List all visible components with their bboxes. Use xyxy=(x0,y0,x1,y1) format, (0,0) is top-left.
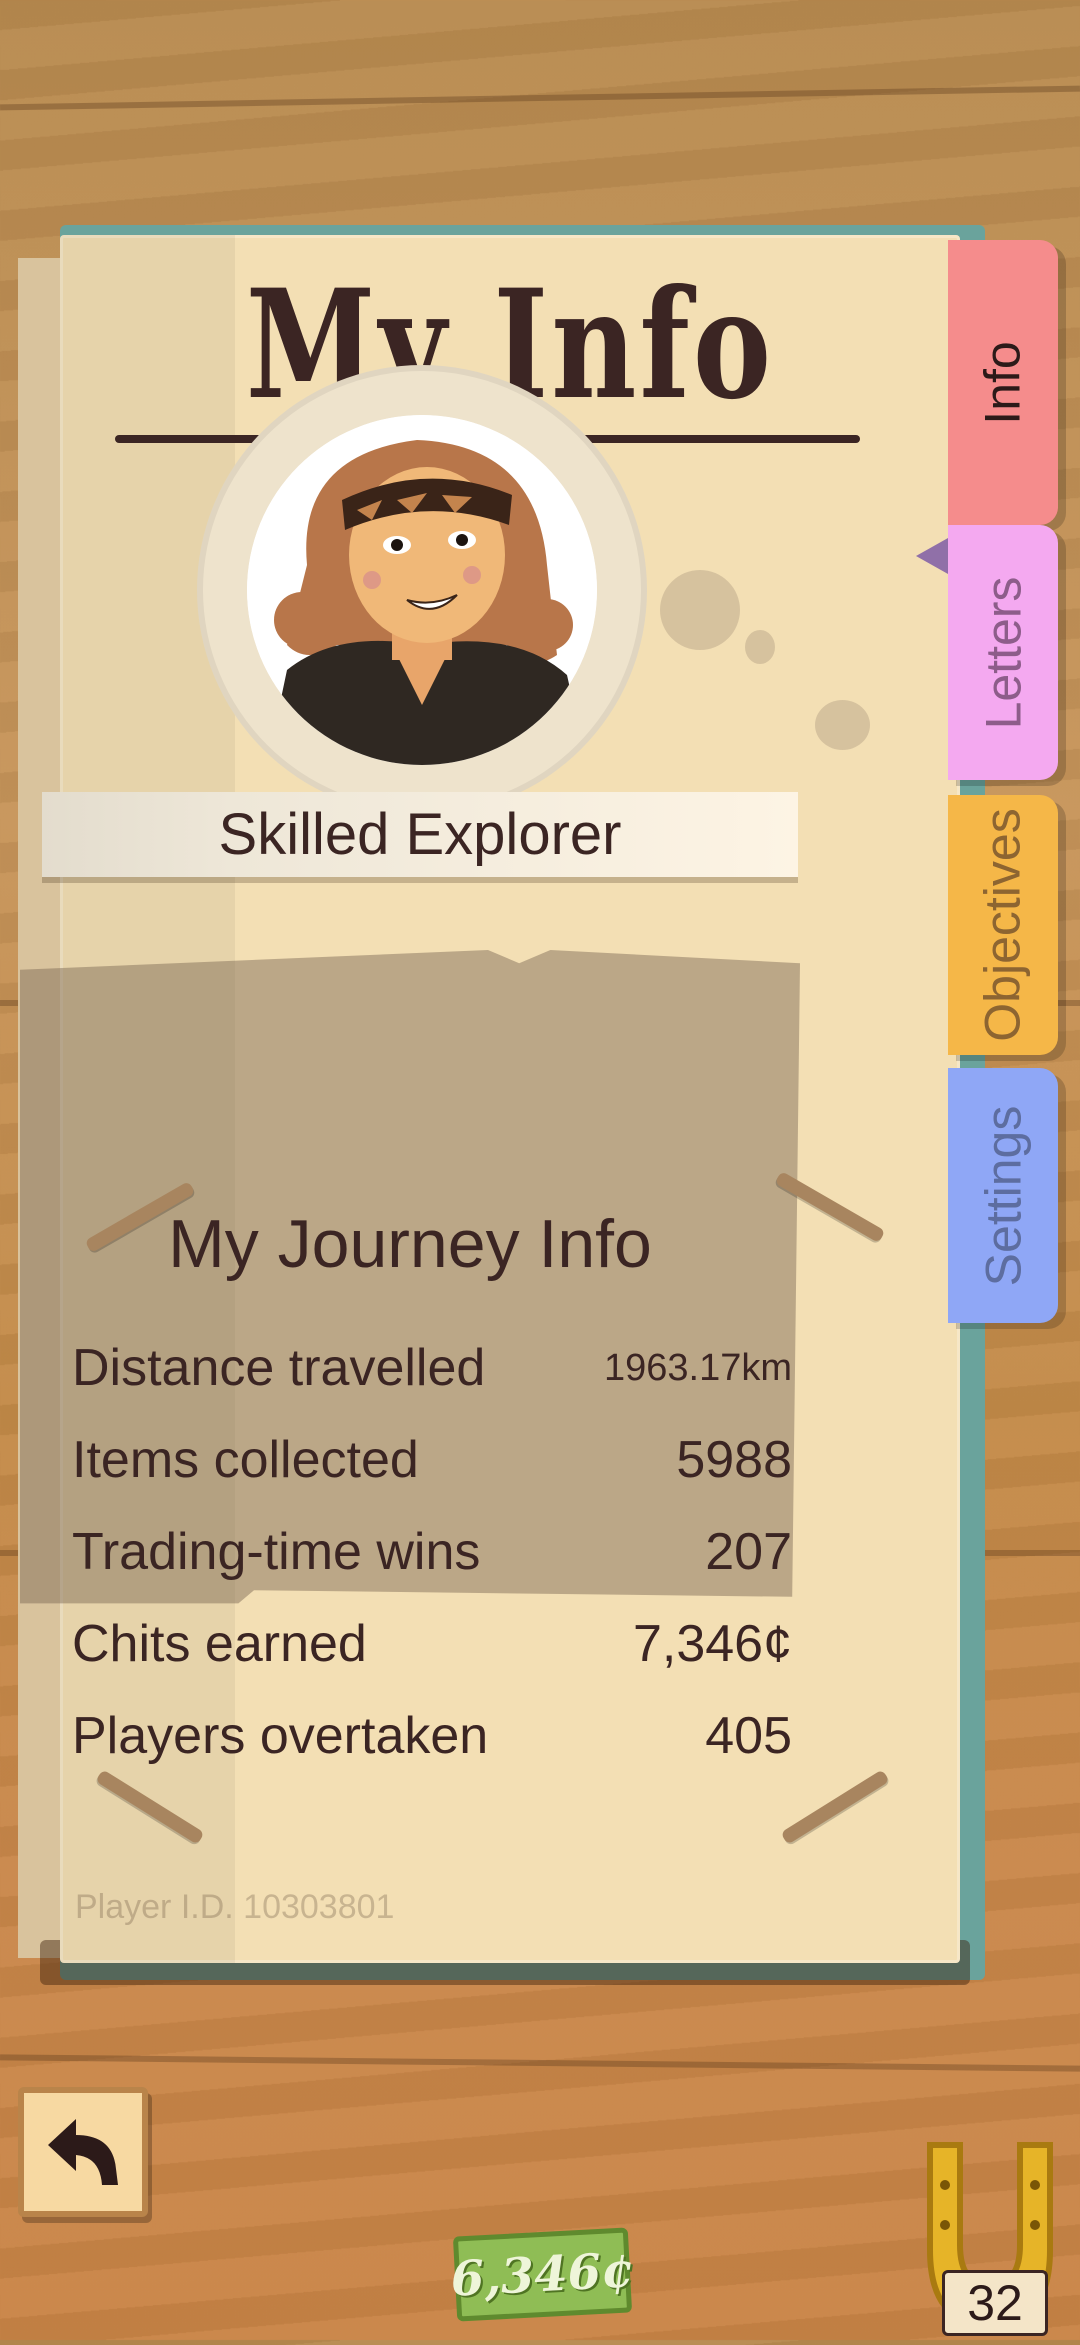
stat-label: Trading-time wins xyxy=(72,1523,481,1581)
stat-label: Distance travelled xyxy=(72,1339,486,1397)
avatar-portrait-icon xyxy=(247,415,597,765)
rank-title: Skilled Explorer xyxy=(218,802,622,867)
ink-splat xyxy=(815,700,870,750)
stat-label: Items collected xyxy=(72,1431,419,1489)
avatar[interactable] xyxy=(247,415,597,765)
stat-value: 5988 xyxy=(676,1431,792,1489)
plank-line xyxy=(0,85,1080,111)
stat-value: 207 xyxy=(705,1523,792,1581)
stat-row: Players overtaken 405 xyxy=(72,1701,792,1771)
tab-settings[interactable]: Settings xyxy=(948,1068,1058,1323)
stat-label: Players overtaken xyxy=(72,1707,489,1765)
stat-row: Distance travelled 1963.17km xyxy=(72,1333,792,1403)
tab-info-label: Info xyxy=(975,340,1031,425)
stat-value: 7,346¢ xyxy=(632,1615,792,1673)
tab-objectives[interactable]: Objectives xyxy=(948,795,1058,1055)
journey-title: My Journey Info xyxy=(168,1206,652,1282)
stat-label: Chits earned xyxy=(72,1615,367,1673)
ink-splat xyxy=(745,630,775,664)
active-tab-pointer xyxy=(916,538,948,574)
plank-line xyxy=(0,2054,1080,2072)
player-id: Player I.D. 10303801 xyxy=(75,1888,395,1926)
back-button[interactable] xyxy=(18,2087,148,2217)
stat-row: Chits earned 7,346¢ xyxy=(72,1609,792,1679)
ink-splat xyxy=(660,570,740,650)
back-arrow-icon xyxy=(48,2119,118,2185)
chits-balance: 6,346¢ xyxy=(449,2241,636,2308)
tab-letters[interactable]: Letters xyxy=(948,525,1058,780)
rank-banner: Skilled Explorer xyxy=(42,792,798,877)
stat-value: 1963.17km xyxy=(603,1346,792,1389)
chits-balance-badge: 6,346¢ xyxy=(449,2227,636,2322)
tab-objectives-label: Objectives xyxy=(975,808,1031,1042)
stat-value: 405 xyxy=(705,1707,792,1765)
tab-letters-label: Letters xyxy=(975,576,1032,729)
tab-info[interactable]: Info xyxy=(948,240,1058,525)
stat-row: Items collected 5988 xyxy=(72,1425,792,1495)
tab-settings-label: Settings xyxy=(975,1105,1032,1286)
horseshoe-count: 32 xyxy=(942,2270,1048,2336)
stat-row: Trading-time wins 207 xyxy=(72,1517,792,1587)
